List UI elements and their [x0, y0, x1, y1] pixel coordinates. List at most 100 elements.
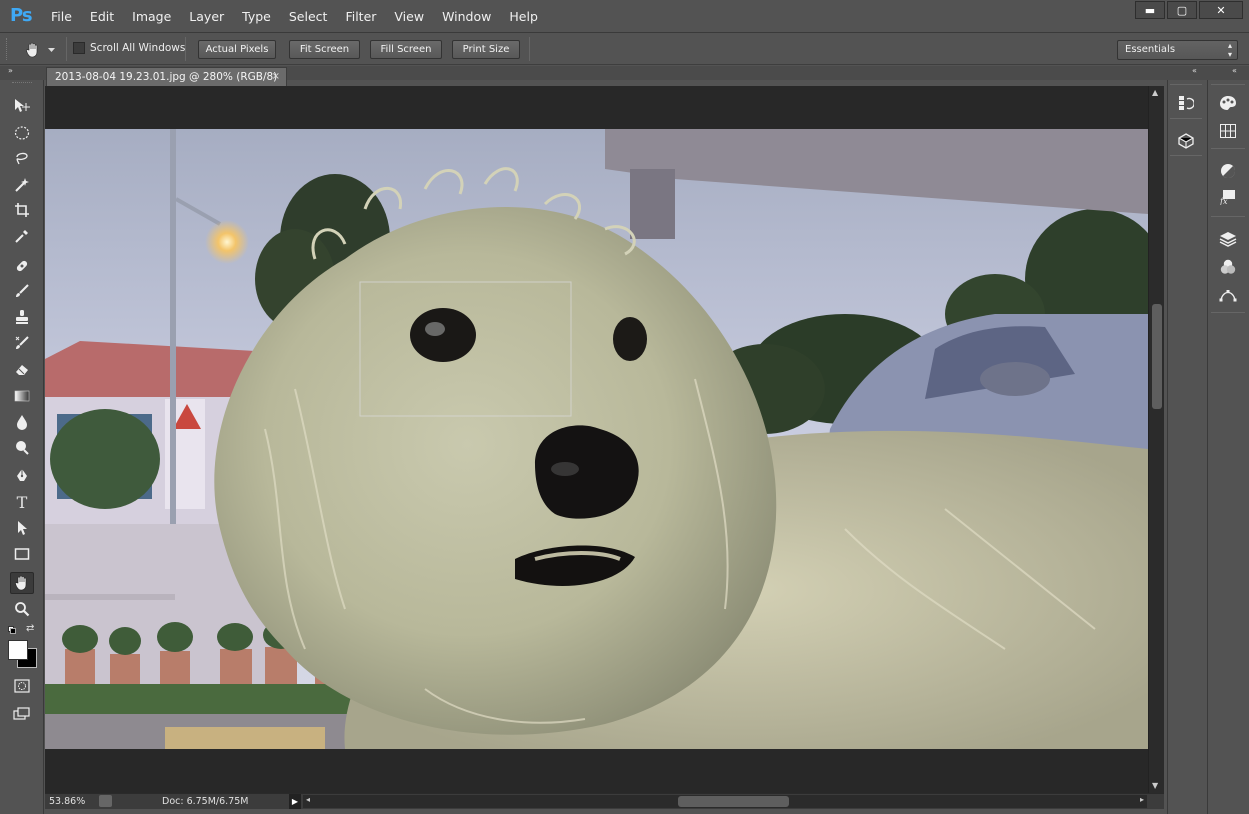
type-tool[interactable]: T — [10, 491, 34, 513]
layers-icon — [1219, 232, 1237, 247]
styles-panel-button[interactable]: fx — [1216, 186, 1240, 208]
zoom-level[interactable]: 53.86% — [49, 796, 85, 807]
dodge-tool[interactable] — [10, 437, 34, 459]
collapse-panels-icon[interactable]: « — [1192, 66, 1197, 75]
fill-screen-button[interactable]: Fill Screen — [370, 40, 442, 59]
channels-panel-button[interactable] — [1216, 256, 1240, 278]
quick-mask-button[interactable] — [10, 675, 34, 697]
swatches-icon — [1220, 124, 1236, 138]
scroll-left-icon[interactable]: ◂ — [306, 795, 310, 804]
zoom-icon — [15, 602, 30, 617]
crop-tool[interactable] — [10, 199, 34, 221]
collapse-panels-icon[interactable]: « — [1232, 66, 1237, 75]
document-window — [45, 86, 1148, 793]
tool-preset-picker[interactable] — [24, 40, 64, 60]
horizontal-scroll-thumb[interactable] — [678, 796, 789, 807]
adjustments-icon — [1221, 164, 1236, 179]
magic-wand-icon — [15, 178, 29, 192]
menu-view[interactable]: View — [385, 9, 433, 25]
vertical-scroll-thumb[interactable] — [1152, 304, 1162, 409]
panel-dock-icons-2: fx — [1207, 80, 1249, 814]
minimize-button[interactable]: ▬ — [1135, 1, 1165, 19]
status-menu-arrow-icon[interactable]: ▶ — [289, 794, 301, 809]
scroll-right-icon[interactable]: ▸ — [1140, 795, 1144, 804]
gradient-tool[interactable] — [10, 385, 34, 407]
marquee-tool[interactable] — [10, 122, 34, 144]
eraser-tool[interactable] — [10, 358, 34, 380]
maximize-button[interactable]: ▢ — [1167, 1, 1197, 19]
blur-tool[interactable] — [10, 411, 34, 433]
clone-stamp-tool[interactable] — [10, 306, 34, 328]
brush-tool[interactable] — [10, 280, 34, 302]
move-tool[interactable] — [10, 95, 34, 117]
scroll-all-windows-checkbox[interactable] — [73, 42, 85, 54]
panel-divider — [1170, 155, 1202, 156]
lasso-tool[interactable] — [10, 147, 34, 169]
swatches-panel-button[interactable] — [1216, 120, 1240, 142]
scroll-all-windows-label: Scroll All Windows — [90, 42, 186, 54]
type-icon: T — [16, 492, 28, 512]
screen-mode-button[interactable] — [10, 703, 34, 725]
swap-colors-icon[interactable]: ⇄ — [26, 623, 34, 634]
close-tab-icon[interactable]: × — [272, 68, 280, 86]
panel-grip[interactable] — [1170, 84, 1202, 85]
default-colors-icon[interactable] — [8, 626, 16, 634]
menu-help[interactable]: Help — [500, 9, 547, 25]
horizontal-scrollbar[interactable]: ◂ ▸ — [303, 795, 1147, 808]
eyedropper-tool[interactable] — [10, 225, 34, 247]
path-selection-icon — [18, 521, 27, 535]
panel-grip[interactable] — [1211, 84, 1245, 85]
workspace-select[interactable]: Essentials ▴ ▾ — [1117, 40, 1238, 60]
tools-panel: T ⇄ — [0, 80, 44, 814]
rectangle-tool[interactable] — [10, 543, 34, 565]
menu-image[interactable]: Image — [123, 9, 180, 25]
document-size: Doc: 6.75M/6.75M — [162, 796, 249, 807]
document-tab[interactable]: 2013-08-04 19.23.01.jpg @ 280% (RGB/8) × — [46, 67, 287, 86]
menu-layer[interactable]: Layer — [180, 9, 233, 25]
status-info-icon[interactable] — [99, 795, 112, 807]
scroll-all-windows-option[interactable]: Scroll All Windows — [73, 42, 185, 54]
menu-edit[interactable]: Edit — [81, 9, 123, 25]
print-size-button[interactable]: Print Size — [452, 40, 520, 59]
scroll-up-icon[interactable]: ▲ — [1152, 88, 1158, 97]
fit-screen-button[interactable]: Fit Screen — [289, 40, 360, 59]
eyedropper-icon — [15, 230, 28, 243]
paths-panel-button[interactable] — [1216, 284, 1240, 306]
menu-items: File Edit Image Layer Type Select Filter… — [42, 9, 547, 25]
quick-mask-icon — [14, 679, 30, 693]
panel-divider — [1211, 148, 1245, 149]
adjustments-panel-button[interactable] — [1216, 160, 1240, 182]
expand-toolbar-icon[interactable]: » — [8, 66, 13, 75]
path-selection-tool[interactable] — [10, 517, 34, 539]
tools-grip[interactable] — [12, 82, 32, 85]
scroll-down-icon[interactable]: ▼ — [1152, 781, 1158, 790]
magic-wand-tool[interactable] — [10, 174, 34, 196]
chevron-down-icon — [48, 47, 55, 52]
screen-mode-icon — [13, 707, 30, 720]
menu-window[interactable]: Window — [433, 9, 500, 25]
layers-panel-button[interactable] — [1216, 228, 1240, 250]
color-panel-button[interactable] — [1216, 92, 1240, 114]
pen-tool[interactable] — [10, 465, 34, 487]
3d-panel-button[interactable] — [1174, 130, 1198, 152]
gradient-icon — [14, 390, 30, 402]
vertical-scrollbar[interactable]: ▲ ▼ — [1148, 86, 1164, 793]
zoom-tool[interactable] — [10, 598, 34, 620]
menu-file[interactable]: File — [42, 9, 81, 25]
hand-tool[interactable] — [10, 572, 34, 594]
healing-brush-tool[interactable] — [10, 255, 34, 277]
close-button[interactable]: ✕ — [1199, 1, 1243, 19]
history-brush-tool[interactable] — [10, 332, 34, 354]
panel-divider — [1211, 312, 1245, 313]
foreground-color-swatch[interactable] — [8, 640, 28, 660]
panel-dock-icons-1 — [1167, 80, 1204, 814]
options-bar-grip[interactable] — [6, 38, 9, 60]
menu-filter[interactable]: Filter — [336, 9, 385, 25]
dog-photo — [45, 129, 1148, 749]
history-panel-button[interactable] — [1174, 92, 1198, 114]
move-icon — [15, 99, 30, 112]
actual-pixels-button[interactable]: Actual Pixels — [198, 40, 276, 59]
menu-type[interactable]: Type — [233, 9, 280, 25]
image-canvas[interactable] — [45, 129, 1148, 749]
menu-select[interactable]: Select — [280, 9, 337, 25]
